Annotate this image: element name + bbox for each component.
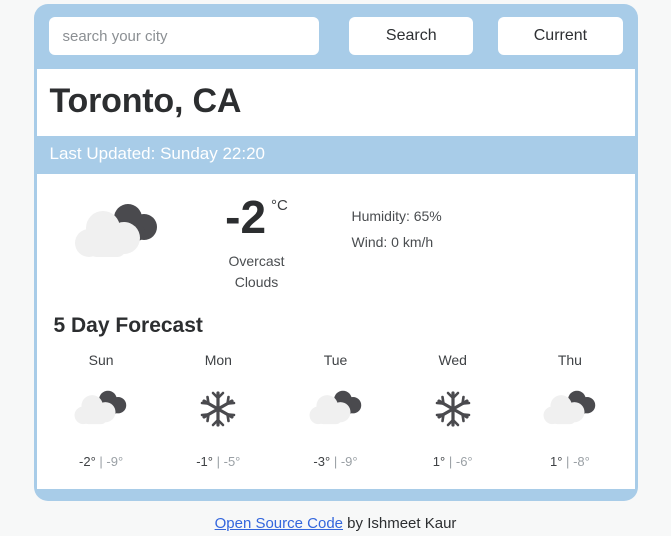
city-title-band: Toronto, CA xyxy=(36,69,635,137)
forecast-day: Thu 1° | -8° xyxy=(511,352,628,469)
search-button[interactable]: Search xyxy=(349,17,474,55)
current-temperature: -2 xyxy=(225,191,267,244)
forecast-high: -3° xyxy=(313,453,331,469)
app-root: Search Current Toronto, CA Last Updated:… xyxy=(0,0,671,536)
forecast-icon-container xyxy=(394,378,511,440)
content-panel: -2 °C Overcast Clouds Humidity: 65% Wind… xyxy=(36,174,635,489)
forecast-day-name: Tue xyxy=(323,351,348,368)
overcast-clouds-icon xyxy=(543,390,596,425)
forecast-separator: | xyxy=(448,453,453,469)
temperature-unit: °C xyxy=(271,197,288,215)
forecast-separator: | xyxy=(216,453,220,469)
forecast-low: -9° xyxy=(106,453,124,469)
forecast-day-name: Mon xyxy=(204,351,232,368)
forecast-icon-container xyxy=(277,378,394,440)
forecast-temps: -3° | -9° xyxy=(277,454,394,469)
forecast-temps: -2° | -9° xyxy=(43,454,160,469)
forecast-day: Wed 1° | -6° xyxy=(394,352,511,469)
forecast-temps: 1° | -6° xyxy=(394,454,511,469)
snowflake-icon xyxy=(200,391,236,427)
forecast-low: -5° xyxy=(223,453,241,469)
forecast-day-name: Thu xyxy=(557,351,582,368)
forecast-high: 1° xyxy=(549,453,563,469)
forecast-icon-container xyxy=(511,378,628,440)
forecast-separator: | xyxy=(566,453,570,469)
forecast-day: Tue -3° | -9° xyxy=(277,352,394,469)
forecast-high: -2° xyxy=(79,453,96,469)
forecast-icon-container xyxy=(160,378,277,440)
search-bar: Search Current xyxy=(34,4,638,69)
forecast-day: Mon -1° | -5° xyxy=(160,352,277,469)
weather-card: Search Current Toronto, CA Last Updated:… xyxy=(33,4,638,501)
forecast-day: Sun -2° | -9° xyxy=(43,352,160,469)
forecast-day-name: Sun xyxy=(88,351,114,368)
city-name: Toronto, CA xyxy=(49,82,242,120)
open-source-code-link[interactable]: Open Source Code xyxy=(215,515,343,532)
overcast-clouds-icon xyxy=(309,390,361,425)
footer: Open Source Code by Ishmeet Kaur xyxy=(215,515,457,532)
forecast-low: -9° xyxy=(340,453,358,469)
last-updated-text: Last Updated: Sunday 22:20 xyxy=(49,144,266,164)
current-conditions: -2 °C Overcast Clouds Humidity: 65% Wind… xyxy=(37,186,635,296)
forecast-high: 1° xyxy=(432,453,446,469)
current-temperature-block: -2 °C Overcast Clouds xyxy=(197,194,317,292)
forecast-temps: -1° | -5° xyxy=(160,454,277,469)
forecast-temps: 1° | -8° xyxy=(511,454,628,469)
temperature-line: -2 °C xyxy=(197,194,317,240)
forecast-heading: 5 Day Forecast xyxy=(53,313,203,337)
current-metrics: Humidity: 65% Wind: 0 km/h xyxy=(317,194,442,256)
current-icon-container xyxy=(37,194,197,266)
snowflake-icon xyxy=(435,391,471,427)
current-location-button[interactable]: Current xyxy=(498,17,623,55)
forecast-low: -6° xyxy=(455,453,473,469)
search-input[interactable] xyxy=(48,17,320,55)
forecast-day-name: Wed xyxy=(438,351,467,368)
humidity-value: Humidity: 65% xyxy=(351,208,442,225)
forecast-icon-container xyxy=(43,378,160,440)
overcast-clouds-icon xyxy=(74,390,127,425)
forecast-list: Sun -2° | -9° Mon -1° | -5° Tue -3° | -9… xyxy=(37,338,635,469)
forecast-separator: | xyxy=(333,453,338,469)
footer-credit: by Ishmeet Kaur xyxy=(343,514,457,532)
forecast-separator: | xyxy=(99,453,103,469)
wind-value: Wind: 0 km/h xyxy=(351,234,434,251)
forecast-high: -1° xyxy=(196,453,213,469)
forecast-low: -8° xyxy=(573,453,590,469)
current-description: Overcast Clouds xyxy=(228,253,285,290)
overcast-clouds-icon xyxy=(74,204,157,258)
